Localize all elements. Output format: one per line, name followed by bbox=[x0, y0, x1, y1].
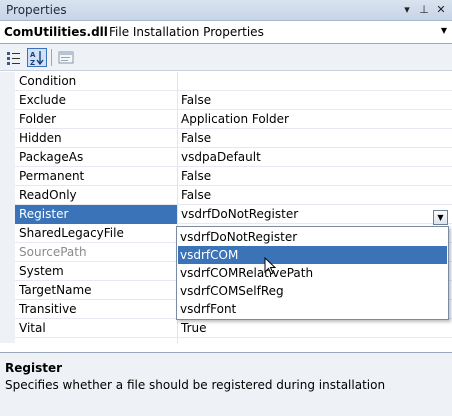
property-row-permanent[interactable]: Permanent False bbox=[15, 167, 452, 186]
property-name: Register bbox=[19, 207, 69, 221]
mouse-pointer-icon bbox=[264, 257, 277, 275]
window-menu-dropdown-icon[interactable]: ▾ bbox=[399, 2, 415, 18]
property-value[interactable]: Application Folder bbox=[181, 112, 289, 126]
property-row-register[interactable]: Register vsdrfDoNotRegister bbox=[15, 205, 452, 224]
property-name: ReadOnly bbox=[19, 188, 77, 202]
toolbar-separator bbox=[51, 49, 52, 66]
property-name: Exclude bbox=[19, 93, 67, 107]
svg-text:Z: Z bbox=[30, 59, 35, 66]
property-row-folder[interactable]: Folder Application Folder bbox=[15, 110, 452, 129]
property-name: SharedLegacyFile bbox=[19, 226, 124, 240]
property-row-packageas[interactable]: PackageAs vsdpaDefault bbox=[15, 148, 452, 167]
property-value[interactable]: vsdpaDefault bbox=[181, 150, 261, 164]
dropdown-option-donotregister[interactable]: vsdrfDoNotRegister bbox=[178, 228, 447, 246]
svg-text:A: A bbox=[30, 51, 36, 59]
object-selector-dropdown-icon[interactable]: ▼ bbox=[441, 26, 447, 35]
property-name: SourcePath bbox=[19, 245, 87, 259]
property-value[interactable]: False bbox=[181, 131, 211, 145]
dropdown-option-font[interactable]: vsdrfFont bbox=[178, 300, 447, 318]
property-row-exclude[interactable]: Exclude False bbox=[15, 91, 452, 110]
property-value[interactable]: False bbox=[181, 188, 211, 202]
object-type: File Installation Properties bbox=[109, 25, 264, 39]
property-value[interactable]: False bbox=[181, 93, 211, 107]
alphabetical-sort-icon: A Z bbox=[30, 51, 44, 67]
dropdown-option-comselfreg[interactable]: vsdrfCOMSelfReg bbox=[178, 282, 447, 300]
pin-icon[interactable]: ⊥ bbox=[416, 2, 432, 18]
property-name: Hidden bbox=[19, 131, 62, 145]
property-row-vital[interactable]: Vital True bbox=[15, 319, 452, 338]
property-row-condition[interactable]: Condition bbox=[15, 72, 452, 91]
register-options-dropdown: vsdrfDoNotRegister vsdrfCOM vsdrfCOMRela… bbox=[176, 226, 449, 320]
property-name: Vital bbox=[19, 321, 46, 335]
description-panel: Register Specifies whether a file should… bbox=[0, 352, 452, 416]
property-row-hidden[interactable]: Hidden False bbox=[15, 129, 452, 148]
property-name: Folder bbox=[19, 112, 57, 126]
window-title: Properties bbox=[6, 3, 67, 17]
properties-title-bar: Properties ▾ ⊥ ✕ bbox=[0, 0, 452, 21]
alphabetical-button[interactable]: A Z bbox=[27, 48, 47, 67]
dropdown-option-comrelativepath[interactable]: vsdrfCOMRelativePath bbox=[178, 264, 447, 282]
object-selector[interactable]: ComUtilities.dll File Installation Prope… bbox=[0, 21, 452, 44]
property-value[interactable]: vsdrfDoNotRegister bbox=[181, 207, 298, 221]
property-name: Transitive bbox=[19, 302, 77, 316]
property-name: Condition bbox=[19, 74, 77, 88]
categorized-icon bbox=[7, 52, 20, 65]
object-name: ComUtilities.dll bbox=[4, 25, 108, 39]
property-value[interactable]: False bbox=[181, 169, 211, 183]
grid-gutter bbox=[0, 72, 15, 343]
property-name: PackageAs bbox=[19, 150, 84, 164]
description-text: Specifies whether a file should be regis… bbox=[5, 378, 386, 392]
property-value[interactable]: True bbox=[181, 321, 207, 335]
property-name: Permanent bbox=[19, 169, 85, 183]
property-name: System bbox=[19, 264, 64, 278]
property-pages-icon bbox=[58, 51, 74, 64]
description-title: Register bbox=[5, 361, 63, 375]
dropdown-option-com[interactable]: vsdrfCOM bbox=[178, 246, 447, 264]
property-row-readonly[interactable]: ReadOnly False bbox=[15, 186, 452, 205]
register-dropdown-button[interactable]: ▼ bbox=[433, 210, 448, 225]
properties-toolbar: A Z bbox=[0, 44, 452, 71]
categorized-button[interactable] bbox=[4, 48, 24, 67]
property-pages-button[interactable] bbox=[56, 48, 76, 67]
property-name: TargetName bbox=[19, 283, 92, 297]
close-icon[interactable]: ✕ bbox=[433, 2, 449, 18]
